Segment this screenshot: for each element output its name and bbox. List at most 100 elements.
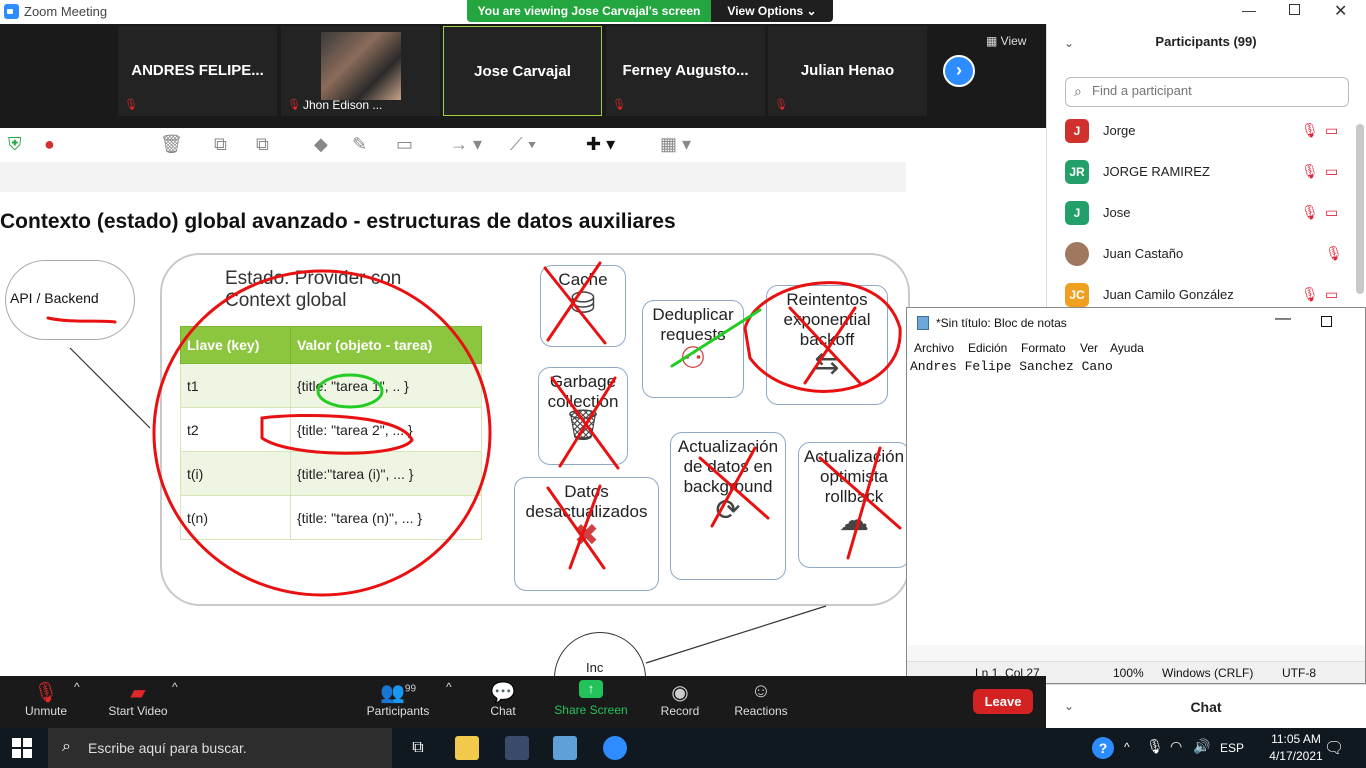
notepad-title-bar: *Sin título: Bloc de notas — (907, 308, 1365, 338)
video-tile-active-speaker[interactable]: Jose Carvajal (443, 26, 602, 116)
notepad-horizontal-scrollbar[interactable] (907, 645, 1365, 661)
notepad-maximize-button[interactable] (1321, 316, 1332, 327)
volume-icon[interactable]: 🔊 (1193, 738, 1210, 755)
menu-ayuda[interactable]: Ayuda (1110, 341, 1144, 355)
task-view-icon[interactable]: ⧉ (406, 736, 430, 760)
participant-row[interactable]: JR JORGE RAMIREZ 🎙 ▭ (1046, 151, 1352, 192)
view-label: View (1000, 34, 1027, 48)
menu-ver[interactable]: Ver (1080, 341, 1098, 355)
participants-button[interactable]: 👥99 Participants (366, 680, 430, 718)
participant-name: ANDRES FELIPE... (131, 62, 264, 79)
unmute-button[interactable]: 🎙 Unmute (20, 680, 72, 718)
muted-mic-icon[interactable]: 🎙 (1301, 204, 1319, 221)
next-page-arrow-icon[interactable]: › (943, 55, 975, 87)
language-indicator[interactable]: ESP (1220, 741, 1244, 755)
diagram-arrow (69, 347, 151, 429)
video-tile[interactable]: Ferney Augusto... 🎙 (606, 26, 765, 116)
muted-mic-icon: 🎙 (287, 99, 301, 111)
zoom-level: 100% (1113, 666, 1144, 680)
share-screen-button[interactable]: ↑ Share Screen (554, 680, 628, 717)
muted-mic-icon[interactable]: 🎙 (1301, 122, 1319, 139)
participant-name: Jorge (1103, 123, 1136, 138)
video-off-icon[interactable]: ▭ (1325, 204, 1338, 221)
participant-name: Juan Camilo González (1103, 287, 1234, 302)
avatar: J (1065, 201, 1089, 225)
participants-scrollbar[interactable] (1356, 124, 1364, 294)
participant-video (321, 32, 401, 100)
muted-mic-icon: 🎙 (33, 682, 59, 704)
chat-label: Chat (490, 704, 516, 718)
participant-name: Jose Carvajal (474, 63, 571, 80)
app-icon[interactable] (505, 736, 529, 760)
windows-start-icon[interactable] (12, 738, 32, 758)
reactions-button[interactable]: ☺ Reactions (732, 680, 790, 718)
menu-archivo[interactable]: Archivo (914, 341, 954, 355)
taskbar-clock[interactable]: 11:05 AM 4/17/2021 (1268, 731, 1324, 765)
unmute-label: Unmute (24, 704, 68, 718)
menu-formato[interactable]: Formato (1021, 341, 1066, 355)
participant-name: Jhon Edison ... (303, 98, 383, 112)
video-tile[interactable]: Julian Henao 🎙 (768, 26, 927, 116)
file-explorer-icon[interactable] (455, 736, 479, 760)
participant-row[interactable]: J Jorge 🎙 ▭ (1046, 110, 1352, 151)
wifi-icon[interactable]: ◠ (1170, 738, 1182, 755)
zoom-taskbar-icon[interactable] (603, 736, 627, 760)
video-off-icon: ▰ (130, 682, 146, 704)
annotation-circle (260, 413, 414, 455)
avatar: JC (1065, 283, 1089, 307)
start-video-button[interactable]: ▰ Start Video (106, 680, 170, 718)
participants-options-caret[interactable]: ^ (446, 680, 452, 694)
participant-name: Julian Henao (800, 62, 895, 79)
chat-button[interactable]: 💬 Chat (484, 680, 522, 718)
microphone-tray-icon[interactable]: 🎙 (1146, 738, 1164, 755)
participant-search-input[interactable] (1092, 83, 1342, 98)
leave-button[interactable]: Leave (973, 689, 1033, 714)
participant-row[interactable]: Juan Castaño 🎙 (1046, 233, 1352, 274)
video-options-caret[interactable]: ^ (172, 680, 178, 694)
participant-name: JORGE RAMIREZ (1103, 164, 1210, 179)
view-button[interactable]: ▦ View (986, 34, 1026, 48)
notepad-taskbar-icon[interactable] (553, 736, 577, 760)
avatar (1065, 242, 1089, 266)
video-off-icon[interactable]: ▭ (1325, 163, 1338, 180)
menu-edicion[interactable]: Edición (968, 341, 1007, 355)
avatar: JR (1065, 160, 1089, 184)
participant-row[interactable]: J Jose 🎙 ▭ (1046, 192, 1352, 233)
video-off-icon[interactable]: ▭ (1325, 122, 1338, 139)
muted-mic-icon: 🎙 (612, 99, 626, 111)
line-ending: Windows (CRLF) (1162, 666, 1254, 680)
annotation-underline (46, 316, 117, 324)
zoom-app-icon (4, 4, 19, 19)
notepad-text-area[interactable]: Andres Felipe Sanchez Cano (910, 359, 1113, 374)
chat-panel-header[interactable]: ⌄ Chat (1046, 684, 1366, 728)
reaction-smiley-icon: ☺ (750, 680, 772, 702)
participant-search[interactable]: ⌕ (1065, 77, 1349, 107)
view-options-button[interactable]: View Options ⌄ (711, 0, 833, 22)
taskbar-search[interactable]: ⌕ Escribe aquí para buscar. (48, 728, 392, 768)
muted-mic-icon[interactable]: 🎙 (1301, 286, 1319, 303)
clock-time: 11:05 AM (1271, 732, 1321, 746)
record-label: Record (660, 704, 700, 718)
record-button[interactable]: ◉ Record (656, 680, 704, 718)
notepad-minimize-button[interactable]: — (1275, 310, 1291, 328)
minimize-window-button[interactable]: — (1242, 2, 1256, 18)
video-tile[interactable]: 🎙 Jhon Edison ... (281, 26, 440, 116)
participants-icon: 👥99 (379, 682, 417, 704)
reactions-label: Reactions (734, 704, 788, 718)
help-icon[interactable]: ? (1092, 737, 1114, 759)
tray-expand-icon[interactable]: ^ (1124, 740, 1130, 754)
notepad-title: *Sin título: Bloc de notas (936, 316, 1067, 330)
annotation-circle (152, 269, 492, 597)
audio-options-caret[interactable]: ^ (74, 680, 80, 694)
viewing-label: You are viewing Jose Carvajal's screen (467, 0, 711, 22)
video-tile[interactable]: ANDRES FELIPE... 🎙 (118, 26, 277, 116)
notifications-icon[interactable]: 🗨 (1324, 738, 1344, 758)
start-video-label: Start Video (108, 704, 168, 718)
muted-mic-icon[interactable]: 🎙 (1325, 245, 1343, 262)
annotation-circle (743, 281, 902, 393)
muted-mic-icon[interactable]: 🎙 (1301, 163, 1319, 180)
close-window-button[interactable]: ✕ (1334, 1, 1347, 21)
video-off-icon[interactable]: ▭ (1325, 286, 1338, 303)
participant-video-strip: ANDRES FELIPE... 🎙 🎙 Jhon Edison ... Jos… (0, 24, 1046, 128)
restore-window-button[interactable] (1289, 4, 1300, 15)
